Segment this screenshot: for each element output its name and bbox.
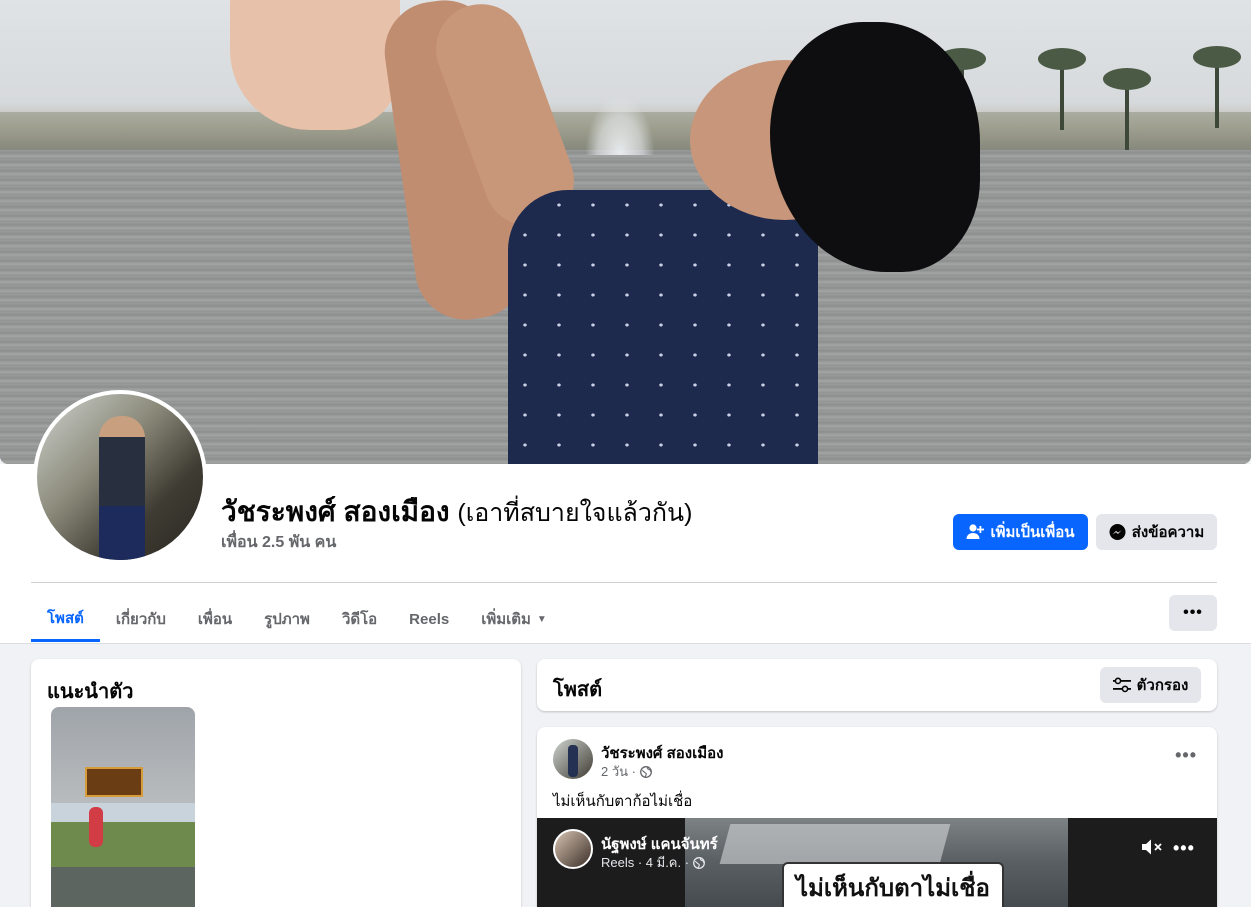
featured-landscape — [51, 803, 195, 867]
header-divider — [31, 582, 1217, 583]
filter-button[interactable]: ตัวกรอง — [1100, 667, 1201, 703]
cover-palm-tree — [1038, 48, 1086, 130]
globe-icon — [640, 765, 652, 778]
caret-down-icon: ▼ — [536, 613, 547, 625]
cover-fountain — [585, 95, 655, 155]
mute-icon[interactable] — [1141, 838, 1163, 861]
reel-author-avatar[interactable] — [553, 829, 593, 869]
profile-name-text: วัชระพงศ์ สองเมือง — [221, 496, 450, 527]
cover-photo[interactable] — [0, 0, 1251, 464]
tab-friends[interactable]: เพื่อน — [182, 596, 248, 642]
tab-posts[interactable]: โพสต์ — [31, 596, 100, 642]
profile-avatar[interactable] — [33, 390, 207, 564]
post-text: ไม่เห็นกับตาก้อไม่เชื่อ — [553, 793, 693, 810]
posts-header-card: โพสต์ ตัวกรอง — [537, 659, 1217, 711]
cover-palm-tree — [1193, 46, 1241, 128]
tab-photos[interactable]: รูปภาพ — [248, 596, 326, 642]
cover-person-shirt — [508, 190, 818, 464]
profile-tabs: โพสต์ เกี่ยวกับ เพื่อน รูปภาพ วิดีโอ Ree… — [31, 596, 563, 642]
posts-title: โพสต์ — [553, 679, 603, 701]
reel-meta: Reels · 4 มี.ค. · — [601, 852, 706, 873]
post-more-button[interactable]: ••• — [1175, 745, 1197, 766]
post-meta: 2 วัน · — [601, 761, 652, 782]
tab-videos[interactable]: วิดีโอ — [326, 596, 393, 642]
featured-story[interactable] — [51, 707, 195, 907]
tab-more[interactable]: เพิ่มเติม ▼ — [465, 596, 563, 642]
featured-logo — [85, 767, 143, 797]
post-author-avatar[interactable] — [553, 739, 593, 779]
cover-baby — [230, 0, 400, 130]
reel-caption: ไม่เห็นกับตาไม่เชื่อ — [782, 862, 1004, 907]
add-friend-label: เพิ่มเป็นเพื่อน — [990, 524, 1075, 541]
reel-meta-text: Reels · 4 มี.ค. · — [601, 855, 690, 870]
globe-icon — [693, 856, 706, 869]
reel-more-button[interactable]: ••• — [1173, 838, 1195, 859]
message-label: ส่งข้อความ — [1131, 524, 1205, 541]
post-time[interactable]: 2 วัน · — [601, 761, 636, 782]
message-button[interactable]: ส่งข้อความ — [1096, 514, 1217, 550]
featured-lower — [51, 867, 195, 907]
tab-more-label: เพิ่มเติม — [481, 611, 531, 628]
tab-reels[interactable]: Reels — [393, 596, 465, 642]
cover-palm-tree — [1103, 68, 1151, 150]
profile-more-button[interactable]: ••• — [1169, 595, 1217, 631]
avatar-figure — [99, 416, 145, 560]
intro-title: แนะนำตัว — [47, 681, 134, 703]
intro-card: แนะนำตัว — [31, 659, 521, 907]
filter-icon — [1112, 677, 1131, 693]
messenger-icon — [1109, 523, 1126, 541]
friends-count[interactable]: เพื่อน 2.5 พัน คน — [221, 530, 336, 555]
featured-person — [89, 807, 103, 847]
post-card: วัชระพงศ์ สองเมือง 2 วัน · ••• ไม่เห็นกั… — [537, 727, 1217, 907]
profile-name: วัชระพงศ์ สองเมือง (เอาที่สบายใจแล้วกัน) — [221, 490, 692, 534]
add-friend-button[interactable]: เพิ่มเป็นเพื่อน — [953, 514, 1088, 550]
profile-alternate-name: (เอาที่สบายใจแล้วกัน) — [457, 499, 693, 527]
add-friend-icon — [966, 523, 985, 541]
tab-about[interactable]: เกี่ยวกับ — [100, 596, 182, 642]
shared-reel[interactable]: ไม่เห็นกับตาไม่เชื่อ นัฐพงษ์ แคนจันทร์ R… — [537, 818, 1217, 907]
filter-label: ตัวกรอง — [1136, 677, 1189, 694]
header-bottom-line — [0, 643, 1251, 644]
